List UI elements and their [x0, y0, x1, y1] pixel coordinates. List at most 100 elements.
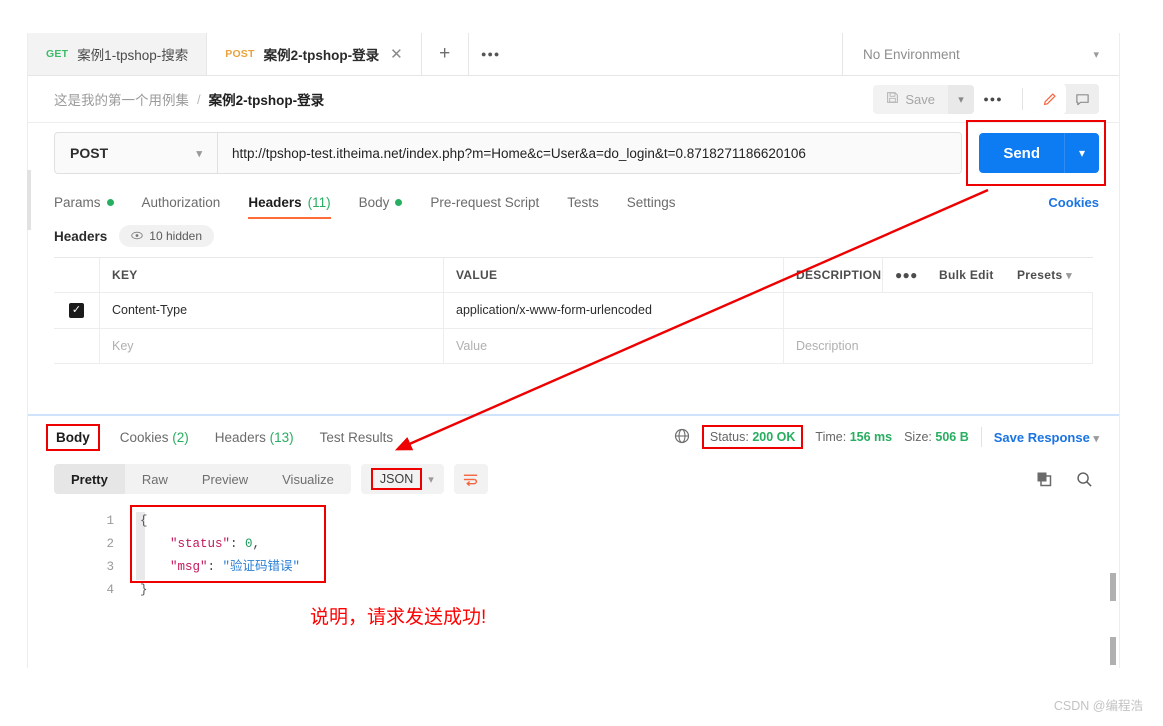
save-response-button[interactable]: Save Response ▾ — [994, 430, 1099, 445]
hidden-headers-toggle[interactable]: 10 hidden — [119, 225, 215, 247]
check-icon: ✓ — [71, 304, 82, 316]
response-scrollbar-track[interactable] — [1110, 569, 1118, 699]
size-metric: Size: 506 B — [904, 430, 969, 444]
response-meta: Status: 200 OK Time: 156 ms Size: 506 B … — [674, 425, 1099, 449]
header-key-input[interactable]: Content-Type — [100, 293, 444, 328]
chevron-down-icon: ▾ — [1093, 432, 1099, 445]
search-icon[interactable] — [1069, 471, 1099, 488]
left-edge-scrollbar[interactable] — [27, 170, 31, 230]
postman-window: GET 案例1-tpshop-搜索 POST 案例2-tpshop-登录 ✕ +… — [27, 33, 1120, 699]
tab-body[interactable]: Body — [359, 195, 403, 219]
bulk-edit-button[interactable]: Bulk Edit — [927, 258, 1005, 292]
headers-subheader: Headers 10 hidden — [28, 219, 1119, 257]
comment-icon[interactable] — [1066, 84, 1099, 114]
save-dropdown-button[interactable]: ▾ — [948, 84, 974, 114]
hidden-count-label: 10 hidden — [149, 229, 203, 243]
tab-overflow-menu-icon[interactable]: ●●● — [468, 33, 513, 75]
url-input[interactable]: http://tpshop-test.itheima.net/index.php… — [218, 133, 962, 173]
format-label[interactable]: JSON — [370, 468, 423, 490]
tab-pre-request-script[interactable]: Pre-request Script — [430, 195, 539, 219]
tab-params[interactable]: Params — [54, 195, 114, 219]
send-area: Send ▾ — [966, 120, 1107, 186]
header-value-input[interactable]: application/x-www-form-urlencoded — [444, 293, 784, 328]
save-button[interactable]: Save — [873, 85, 948, 114]
response-tab-cookies[interactable]: Cookies (2) — [120, 430, 189, 445]
response-tab-body[interactable]: Body — [46, 423, 100, 451]
response-tab-headers[interactable]: Headers (13) — [215, 430, 294, 445]
breadcrumb-bar: 这是我的第一个用例集 / 案例2-tpshop-登录 Save ▾ ●●● — [28, 76, 1119, 123]
save-response-label: Save Response — [993, 429, 1090, 445]
tab-label: Cookies — [119, 429, 169, 445]
segment-visualize[interactable]: Visualize — [265, 464, 351, 494]
headers-label: Headers — [54, 228, 108, 244]
cookies-link[interactable]: Cookies — [1048, 195, 1099, 219]
size-value: 506 B — [935, 430, 969, 444]
tab-count: (2) — [172, 429, 189, 445]
breadcrumb-collection[interactable]: 这是我的第一个用例集 — [54, 89, 189, 109]
header-description-input[interactable]: Description — [784, 329, 1093, 363]
column-description: DESCRIPTION — [784, 258, 883, 292]
response-body-code: 1234 { "status": 0, "msg": "验证码错误"} — [28, 500, 1119, 638]
tab-count: (11) — [307, 195, 331, 210]
format-selector[interactable]: JSON ▾ — [360, 464, 444, 494]
table-filler — [54, 364, 1093, 414]
environment-selector[interactable]: No Environment ▾ — [842, 33, 1119, 75]
meta-divider — [980, 427, 982, 447]
response-scrollbar-thumb-bottom[interactable] — [1110, 637, 1116, 665]
segment-raw[interactable]: Raw — [125, 464, 185, 494]
select-all-cell — [54, 258, 100, 292]
send-dropdown-button[interactable]: ▾ — [1064, 133, 1099, 173]
line-number-gutter: 1234 — [106, 514, 114, 597]
chevron-down-icon[interactable]: ▾ — [428, 473, 434, 486]
save-button-group: Save ▾ — [873, 84, 974, 114]
send-button[interactable]: Send — [979, 133, 1064, 173]
tab-tests[interactable]: Tests — [567, 195, 599, 219]
save-label: Save — [905, 91, 935, 107]
tab-label: Body — [358, 195, 390, 210]
header-description-input[interactable] — [784, 293, 1093, 328]
view-toggle-group — [1033, 84, 1099, 114]
status-value: 200 OK — [752, 430, 796, 444]
table-row-empty[interactable]: Key Value Description — [54, 329, 1093, 364]
segment-preview[interactable]: Preview — [185, 464, 265, 494]
tab-label: Authorization — [141, 195, 221, 210]
presets-dropdown[interactable]: Presets ▾ — [1005, 258, 1093, 292]
presets-label: Presets — [1017, 268, 1063, 282]
response-scrollbar-thumb-top[interactable] — [1110, 573, 1116, 601]
table-row[interactable]: ✓ Content-Type application/x-www-form-ur… — [54, 293, 1093, 329]
tab-method-badge: POST — [225, 48, 255, 60]
request-tab-2[interactable]: POST 案例2-tpshop-登录 ✕ — [207, 33, 422, 75]
headers-table: KEY VALUE DESCRIPTION ●●● Bulk Edit Pres… — [54, 257, 1093, 414]
headers-table-header-row: KEY VALUE DESCRIPTION ●●● Bulk Edit Pres… — [54, 258, 1093, 293]
method-selector[interactable]: POST ▾ — [55, 133, 218, 173]
body-view-segment-group: Pretty Raw Preview Visualize — [54, 464, 351, 494]
tab-title: 案例2-tpshop-登录 — [263, 48, 380, 63]
request-more-menu-icon[interactable]: ●●● — [974, 94, 1012, 104]
response-tab-test-results[interactable]: Test Results — [320, 430, 394, 445]
copy-icon[interactable] — [1029, 471, 1059, 487]
tab-label: Settings — [626, 195, 676, 210]
tab-headers[interactable]: Headers (11) — [248, 195, 331, 219]
column-key: KEY — [100, 258, 444, 292]
tab-settings[interactable]: Settings — [627, 195, 676, 219]
header-value-input[interactable]: Value — [444, 329, 784, 363]
wrap-lines-icon[interactable] — [453, 464, 488, 494]
segment-pretty[interactable]: Pretty — [54, 464, 125, 494]
request-tab-bar: GET 案例1-tpshop-搜索 POST 案例2-tpshop-登录 ✕ +… — [28, 33, 1119, 76]
request-tab-1[interactable]: GET 案例1-tpshop-搜索 — [28, 33, 208, 75]
tab-label: Params — [54, 195, 101, 210]
header-key-input[interactable]: Key — [100, 329, 444, 363]
row-checkbox[interactable]: ✓ — [69, 303, 84, 318]
edit-pencil-icon[interactable] — [1033, 84, 1066, 114]
request-config-tabs: Params Authorization Headers (11) Body P… — [28, 183, 1119, 219]
chevron-down-icon: ▾ — [196, 147, 202, 160]
url-bar: POST ▾ http://tpshop-test.itheima.net/in… — [28, 120, 1119, 186]
tab-authorization[interactable]: Authorization — [142, 195, 221, 219]
tab-count: (13) — [269, 429, 294, 445]
headers-options-icon[interactable]: ●●● — [883, 258, 927, 292]
close-icon[interactable]: ✕ — [390, 47, 403, 62]
new-tab-button[interactable]: + — [421, 33, 469, 75]
column-value: VALUE — [444, 258, 784, 292]
globe-icon[interactable] — [674, 428, 690, 447]
modified-dot-icon — [106, 199, 114, 206]
